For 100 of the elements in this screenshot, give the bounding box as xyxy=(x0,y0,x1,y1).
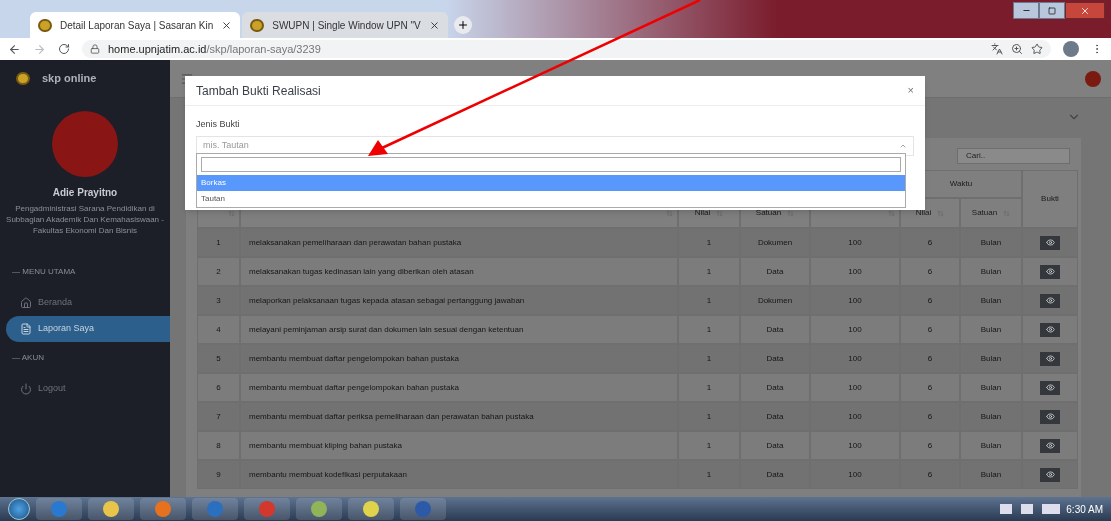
view-button[interactable] xyxy=(1040,322,1060,337)
eye-icon xyxy=(1045,354,1055,363)
close-icon xyxy=(1080,5,1090,16)
section-heading: — MENU UTAMA xyxy=(11,265,77,278)
view-button[interactable] xyxy=(1040,380,1060,395)
table-cell: 100 xyxy=(848,439,862,452)
view-button[interactable] xyxy=(1040,467,1060,482)
table-cell: Data xyxy=(766,323,784,336)
table-cell: 1 xyxy=(706,381,712,394)
view-button[interactable] xyxy=(1040,293,1060,308)
url-text: home.upnjatim.ac.id/skp/laporan-saya/3239 xyxy=(108,41,321,57)
table-cell: 100 xyxy=(848,381,862,394)
nav-item[interactable]: Logout xyxy=(0,375,170,402)
eye-icon xyxy=(1045,383,1055,392)
tab-title: SWUPN | Single Window UPN "V xyxy=(272,18,421,33)
view-button[interactable] xyxy=(1040,235,1060,250)
minimize-button[interactable] xyxy=(1013,2,1039,19)
dropdown-option[interactable]: Borkas xyxy=(197,175,905,191)
sort-icon[interactable] xyxy=(716,209,724,217)
browser-tab[interactable]: SWUPN | Single Window UPN "V xyxy=(242,12,448,38)
table-cell: Bulan xyxy=(980,381,1002,394)
table-cell: Data xyxy=(766,265,784,278)
table-cell: Data xyxy=(766,352,784,365)
eye-icon xyxy=(1045,441,1055,450)
eye-icon xyxy=(1045,470,1055,479)
column-header: Satuan xyxy=(755,207,782,219)
table-cell: 6 xyxy=(927,381,933,394)
close-button[interactable]: × xyxy=(907,82,914,99)
table-cell: 6 xyxy=(927,352,933,365)
browser-tab[interactable]: Detail Laporan Saya | Sasaran Kin xyxy=(30,12,241,38)
nav-item[interactable]: Laporan Saya xyxy=(6,315,170,342)
clock-time[interactable]: 6:30 AM xyxy=(1066,501,1103,517)
table-cell: Bulan xyxy=(980,410,1002,423)
eye-icon xyxy=(1045,412,1055,421)
table-cell: membantu membuat kodefikasi perputakaan xyxy=(249,468,407,481)
table-cell: Data xyxy=(766,381,784,394)
reload-icon[interactable] xyxy=(58,43,70,55)
table-cell: 1 xyxy=(706,352,712,365)
taskbar-app-icon[interactable] xyxy=(348,498,394,520)
sort-icon[interactable] xyxy=(228,209,235,217)
start-button[interactable] xyxy=(8,498,30,520)
close-icon[interactable] xyxy=(428,19,440,31)
table-cell: 100 xyxy=(848,265,862,278)
tray-icons[interactable] xyxy=(1000,504,1061,514)
table-cell: Bulan xyxy=(980,468,1002,481)
site-logo-icon xyxy=(38,18,52,32)
table-cell: membantu membuat daftar pengelompokan bahan pustaka xyxy=(249,352,459,365)
address-field[interactable]: home.upnjatim.ac.id/skp/laporan-saya/3239 xyxy=(82,40,1051,58)
profile-avatar[interactable] xyxy=(1063,41,1079,57)
sort-icon[interactable] xyxy=(888,209,895,217)
taskbar-app-icon[interactable] xyxy=(296,498,342,520)
modal-title: Tambah Bukti Realisasi xyxy=(196,82,321,100)
nav-item[interactable]: Beranda xyxy=(0,289,170,316)
zoom-icon[interactable] xyxy=(1011,43,1023,55)
column-header: Bukti xyxy=(1022,170,1078,228)
table-cell: 6 xyxy=(927,468,933,481)
eye-icon xyxy=(1045,267,1055,276)
table-cell: membantu membuat kliping bahan pustaka xyxy=(249,439,402,452)
table-cell: melayani peminjaman arsip surat dan dokumen lain sesuai dengan ketentuan xyxy=(249,323,524,336)
menu-icon[interactable] xyxy=(180,71,194,86)
table-cell: 100 xyxy=(848,352,862,365)
sort-icon[interactable] xyxy=(787,209,795,217)
table-cell: 100 xyxy=(848,323,862,336)
user-avatar[interactable] xyxy=(1085,70,1101,87)
view-button[interactable] xyxy=(1040,264,1060,279)
back-icon[interactable] xyxy=(8,42,21,56)
user-role: Pengadministrasi Sarana Pendidikan di Subbagian Akademik Dan Kemahasiswaan - Fakultas Ekonomi Dan Bisnis xyxy=(5,202,165,236)
table-cell: Bulan xyxy=(980,352,1002,365)
view-button[interactable] xyxy=(1040,351,1060,366)
taskbar-app-icon[interactable] xyxy=(88,498,134,520)
sort-icon[interactable] xyxy=(666,209,673,217)
table-cell: membantu membuat daftar periksa pemeliharaan dan perawatan bahan pustaka xyxy=(249,410,534,423)
table-cell: Dokumen xyxy=(757,294,793,307)
table-cell: 6 xyxy=(927,265,933,278)
plus-icon xyxy=(456,19,469,31)
table-cell: melaksanakan tugas kedinasan lain yang diberikan oleh atasan xyxy=(249,265,474,278)
close-icon[interactable] xyxy=(221,19,233,31)
table-cell: Bulan xyxy=(980,294,1002,307)
dropdown-search-field[interactable] xyxy=(201,157,901,172)
maximize-icon xyxy=(1048,6,1056,15)
user-name: Adie Prayitno xyxy=(51,185,119,200)
section-heading: — AKUN xyxy=(11,351,45,364)
new-tab-button[interactable] xyxy=(453,16,472,34)
view-button[interactable] xyxy=(1040,438,1060,453)
tab-title: Detail Laporan Saya | Sasaran Kin xyxy=(60,18,214,33)
row-number: 5 xyxy=(216,352,221,365)
row-number: 6 xyxy=(216,381,221,394)
brand-name: skp online xyxy=(42,71,97,86)
table-cell: melaporkan pelaksanaan tugas kepada atasan sebagai pertanggung jawaban xyxy=(249,294,525,307)
table-cell: melaksanakan pemeliharaan dan perawatan bahan pustaka xyxy=(249,236,462,249)
table-cell: 1 xyxy=(706,439,712,452)
search-field[interactable]: Cari.. xyxy=(957,148,1070,164)
star-icon[interactable] xyxy=(1031,43,1043,55)
view-button[interactable] xyxy=(1040,409,1060,424)
table-cell: 1 xyxy=(706,265,712,278)
table-cell: 1 xyxy=(706,294,712,307)
maximize-button[interactable] xyxy=(1039,2,1065,19)
translate-icon[interactable] xyxy=(991,43,1003,55)
eye-icon xyxy=(1045,296,1055,305)
table-cell: 1 xyxy=(706,236,712,249)
